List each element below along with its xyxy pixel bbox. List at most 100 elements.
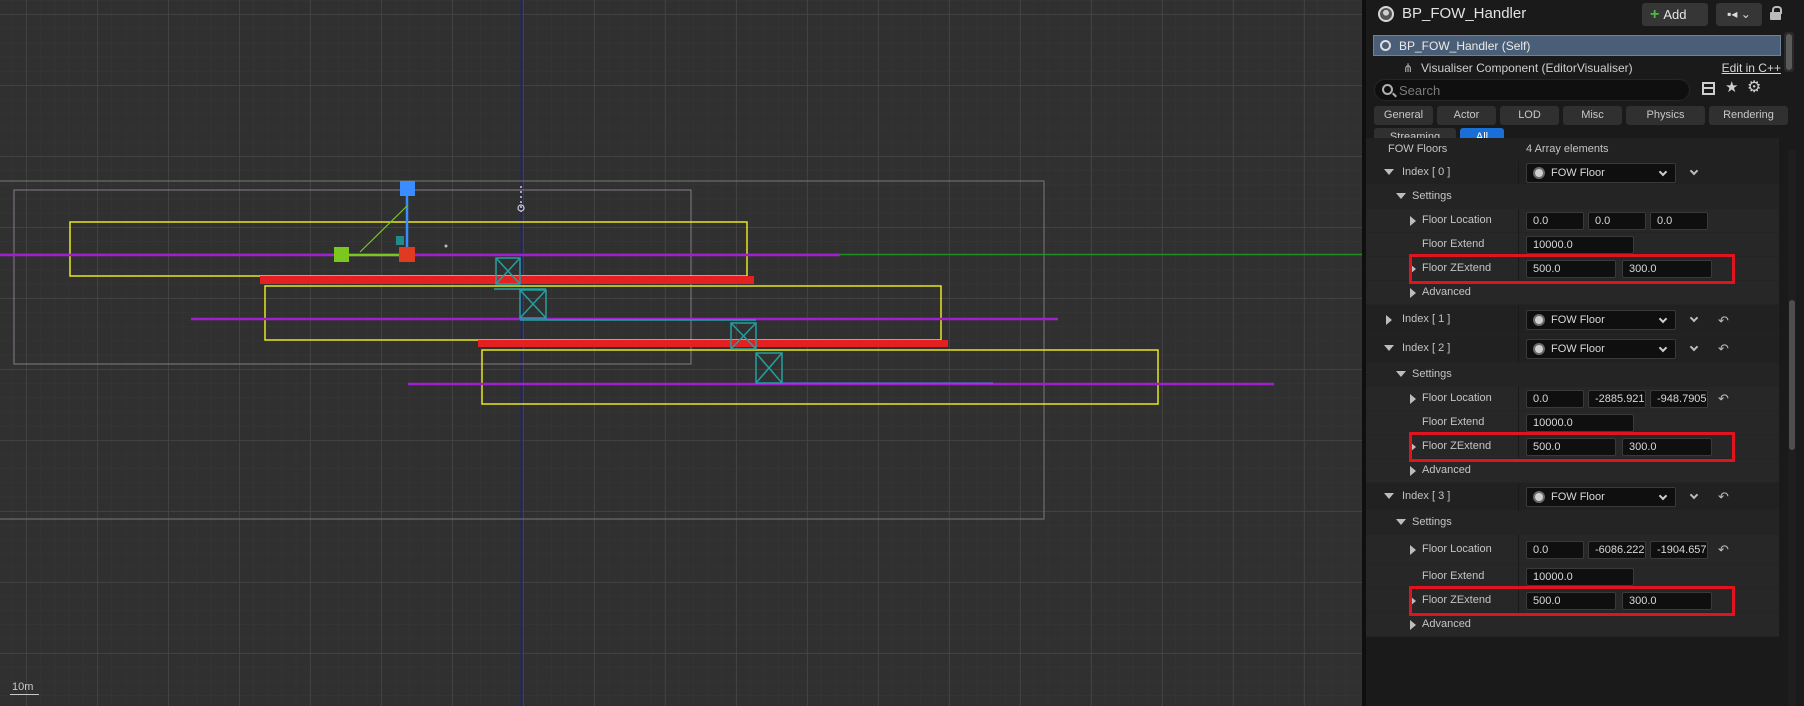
filter-rendering[interactable]: Rendering (1709, 106, 1788, 125)
reset-icon[interactable]: ↶ (1718, 391, 1729, 407)
scrollbar-thumb[interactable] (1789, 300, 1795, 450)
floor-extend-row-0: Floor Extend 10000.0 (1366, 233, 1779, 257)
location-z-field[interactable]: -948.7905 (1650, 390, 1708, 408)
floor-extend-field[interactable]: 10000.0 (1526, 568, 1634, 586)
expand-arrow-icon[interactable] (1396, 371, 1406, 377)
lock-icon[interactable] (1770, 6, 1782, 20)
expand-arrow-icon[interactable] (1396, 519, 1406, 525)
property-list: FOW Floors 4 Array elements Index [ 0 ] … (1366, 138, 1796, 706)
fow-floors-array-row[interactable]: FOW Floors 4 Array elements (1366, 138, 1779, 162)
search-input[interactable] (1399, 82, 1679, 98)
expand-arrow-icon[interactable] (1396, 193, 1406, 199)
filter-misc[interactable]: Misc (1563, 106, 1622, 125)
expand-arrow-icon[interactable] (1384, 493, 1394, 499)
floor-extend-row-3: Floor Extend 10000.0 (1366, 565, 1779, 589)
chevron-down-icon[interactable] (1689, 166, 1699, 176)
filter-general[interactable]: General (1374, 106, 1433, 125)
class-icon (1533, 491, 1545, 503)
advanced-row-3[interactable]: Advanced (1366, 613, 1779, 637)
floor-3-outline (481, 349, 1159, 405)
search-icon (1382, 84, 1393, 95)
chevron-down-icon (1658, 314, 1668, 324)
chevron-down-icon (1658, 167, 1668, 177)
table-view-icon[interactable] (1702, 82, 1715, 95)
floor-type-dropdown[interactable]: FOW Floor (1526, 163, 1676, 183)
zextend-bottom-field[interactable]: 300.0 (1622, 260, 1712, 278)
details-scrollbar[interactable] (1788, 150, 1796, 706)
advanced-row-0[interactable]: Advanced (1366, 281, 1779, 305)
advanced-row-2[interactable]: Advanced (1366, 459, 1779, 483)
gear-icon[interactable]: ⚙ (1747, 77, 1761, 97)
zextend-bottom-field[interactable]: 300.0 (1622, 592, 1712, 610)
chevron-down-icon[interactable] (1689, 313, 1699, 323)
floor-location-row-0: Floor Location 0.0 0.0 0.0 (1366, 209, 1779, 233)
array-element-2[interactable]: Index [ 2 ] FOW Floor ↶ (1366, 335, 1779, 363)
expand-arrow-icon[interactable] (1410, 288, 1416, 298)
array-element-3[interactable]: Index [ 3 ] FOW Floor ↶ (1366, 483, 1779, 511)
expand-arrow-icon[interactable] (1384, 345, 1394, 351)
details-panel: BP_FOW_Handler + Add ▪◂ ⌄ BP_FOW_Handler … (1366, 0, 1804, 706)
floor-location-row-2: Floor Location 0.0 -2885.921 -948.7905 ↶ (1366, 387, 1779, 411)
component-tree-item[interactable]: ⋔ Visualiser Component (EditorVisualiser… (1373, 58, 1781, 78)
expand-arrow-icon[interactable] (1384, 169, 1394, 175)
floor-zextend-row-2: Floor ZExtend 500.0 300.0 (1366, 435, 1779, 459)
actor-icon (1378, 6, 1394, 22)
floor-2-outline (264, 285, 942, 341)
expand-arrow-icon[interactable] (1410, 466, 1416, 476)
reset-icon[interactable]: ↶ (1718, 313, 1729, 329)
location-x-field[interactable]: 0.0 (1526, 390, 1584, 408)
location-x-field[interactable]: 0.0 (1526, 212, 1584, 230)
filter-physics[interactable]: Physics (1626, 106, 1705, 125)
star-icon[interactable]: ★ (1725, 78, 1738, 96)
zextend-top-field[interactable]: 500.0 (1526, 438, 1616, 456)
level-viewport[interactable]: 10m (0, 0, 1362, 706)
location-z-field[interactable]: -1904.657 (1650, 541, 1708, 559)
add-component-button[interactable]: + Add (1642, 3, 1708, 26)
edit-in-cpp-link[interactable]: Edit in C++ (1722, 61, 1781, 75)
expand-arrow-icon[interactable] (1410, 216, 1416, 226)
location-x-field[interactable]: 0.0 (1526, 541, 1584, 559)
location-y-field[interactable]: -6086.222 (1588, 541, 1646, 559)
reset-icon[interactable]: ↶ (1718, 341, 1729, 357)
expand-arrow-icon[interactable] (1386, 315, 1392, 325)
chevron-down-icon[interactable] (1689, 490, 1699, 500)
floor-extend-field[interactable]: 10000.0 (1526, 236, 1634, 254)
zextend-top-field[interactable]: 500.0 (1526, 260, 1616, 278)
filter-actor[interactable]: Actor (1437, 106, 1496, 125)
zextend-top-field[interactable]: 500.0 (1526, 592, 1616, 610)
settings-group-2[interactable]: Settings (1366, 363, 1779, 387)
reset-icon[interactable]: ↶ (1718, 489, 1729, 505)
location-z-field[interactable]: 0.0 (1650, 212, 1708, 230)
search-box[interactable] (1374, 79, 1690, 101)
settings-group-0[interactable]: Settings (1366, 185, 1779, 209)
expand-arrow-icon[interactable] (1410, 596, 1416, 606)
expand-arrow-icon[interactable] (1410, 545, 1416, 555)
details-header: BP_FOW_Handler + Add ▪◂ ⌄ (1366, 0, 1804, 30)
settings-group-3[interactable]: Settings (1366, 511, 1779, 535)
floor-type-dropdown[interactable]: FOW Floor (1526, 487, 1676, 507)
component-tree-self[interactable]: BP_FOW_Handler (Self) (1373, 35, 1781, 56)
viewport-scale-label: 10m (10, 681, 40, 695)
chevron-down-icon: ⌄ (1740, 7, 1751, 21)
reset-icon[interactable]: ↶ (1718, 542, 1729, 558)
array-element-1[interactable]: Index [ 1 ] FOW Floor ↶ (1366, 305, 1779, 335)
plus-icon: + (1650, 6, 1660, 23)
location-y-field[interactable]: -2885.921 (1588, 390, 1646, 408)
expand-arrow-icon[interactable] (1410, 620, 1416, 630)
floor-type-dropdown[interactable]: FOW Floor (1526, 339, 1676, 359)
expand-arrow-icon[interactable] (1410, 264, 1416, 274)
component-tree-scrollbar[interactable] (1784, 32, 1794, 72)
expand-arrow-icon[interactable] (1410, 394, 1416, 404)
floor-type-dropdown[interactable]: FOW Floor (1526, 310, 1676, 330)
location-y-field[interactable]: 0.0 (1588, 212, 1646, 230)
zextend-bottom-field[interactable]: 300.0 (1622, 438, 1712, 456)
floor-extend-field[interactable]: 10000.0 (1526, 414, 1634, 432)
expand-arrow-icon[interactable] (1410, 442, 1416, 452)
floor-0-zbar (260, 276, 754, 284)
filter-lod[interactable]: LOD (1500, 106, 1559, 125)
array-element-0[interactable]: Index [ 0 ] FOW Floor (1366, 161, 1779, 185)
blueprint-options-button[interactable]: ▪◂ ⌄ (1716, 3, 1762, 26)
actor-self-icon (1380, 40, 1391, 51)
chevron-down-icon[interactable] (1689, 342, 1699, 352)
class-icon (1533, 314, 1545, 326)
